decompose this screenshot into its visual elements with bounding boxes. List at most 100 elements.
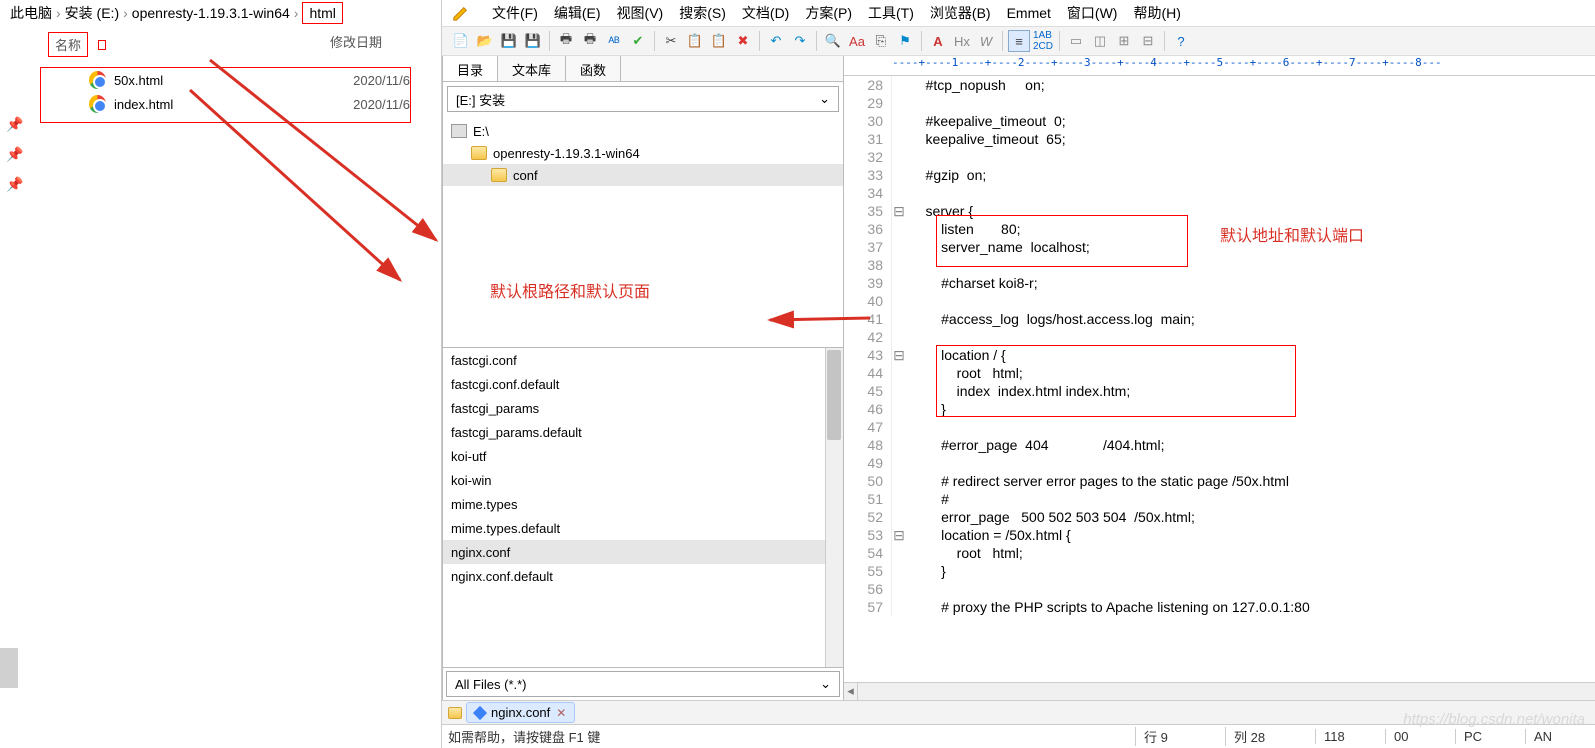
window1-button[interactable]: ▭ bbox=[1065, 30, 1087, 52]
menu-tools[interactable]: 工具(T) bbox=[868, 3, 914, 23]
tree-node-folder-selected[interactable]: conf bbox=[443, 164, 843, 186]
file-list-scrollbar[interactable] bbox=[825, 348, 843, 667]
line-number-button[interactable]: ≡ bbox=[1008, 30, 1030, 52]
scroll-left-button[interactable]: ◂ bbox=[844, 683, 858, 700]
tab-directory[interactable]: 目录 bbox=[443, 56, 498, 81]
tab-textlib[interactable]: 文本库 bbox=[498, 56, 566, 81]
file-list-item[interactable]: mime.types bbox=[443, 492, 843, 516]
print-preview-button[interactable]: 🖶 bbox=[579, 30, 601, 52]
cut-button[interactable]: ✂ bbox=[660, 30, 682, 52]
file-row[interactable]: index.html 2020/11/6 bbox=[41, 92, 410, 116]
code-line: 34 bbox=[844, 184, 1595, 202]
code-line: 54 root html; bbox=[844, 544, 1595, 562]
new-file-button[interactable]: 📄 bbox=[450, 30, 472, 52]
pencil-icon bbox=[452, 4, 470, 22]
find-button[interactable]: 🔍 bbox=[822, 30, 844, 52]
drive-combo[interactable]: [E:] 安装 ⌄ bbox=[447, 86, 839, 112]
paste-button[interactable]: 📋 bbox=[708, 30, 730, 52]
chevron-down-icon: ⌄ bbox=[819, 91, 830, 107]
code-editor: ----+----1----+----2----+----3----+----4… bbox=[844, 56, 1595, 700]
menu-edit[interactable]: 编辑(E) bbox=[554, 3, 601, 23]
file-list-item[interactable]: nginx.conf.default bbox=[443, 564, 843, 588]
save-button[interactable]: 💾 bbox=[498, 30, 520, 52]
toolbar: 📄 📂 💾 💾 🖶 🖶 ᴬᴮ ✔ ✂ 📋 📋 ✖ ↶ ↷ 🔍 Aa ⎘ ⚑ A … bbox=[442, 26, 1595, 56]
column-name-header[interactable]: 名称 bbox=[48, 32, 88, 57]
file-row[interactable]: 50x.html 2020/11/6 bbox=[41, 68, 410, 92]
copy-button[interactable]: 📋 bbox=[684, 30, 706, 52]
breadcrumb-item[interactable]: 安装 (E:) bbox=[65, 3, 119, 23]
tree-node-folder[interactable]: openresty-1.19.3.1-win64 bbox=[443, 142, 843, 164]
breadcrumb-item[interactable]: openresty-1.19.3.1-win64 bbox=[132, 5, 290, 21]
menu-document[interactable]: 文档(D) bbox=[742, 3, 789, 23]
menu-window[interactable]: 窗口(W) bbox=[1067, 3, 1118, 23]
folder-icon bbox=[471, 146, 487, 160]
quick-access-bar bbox=[0, 648, 18, 688]
status-column: 列 28 bbox=[1225, 727, 1315, 746]
menu-project[interactable]: 方案(P) bbox=[805, 3, 852, 23]
menu-browser[interactable]: 浏览器(B) bbox=[930, 3, 991, 23]
file-list-item[interactable]: fastcgi.conf.default bbox=[443, 372, 843, 396]
editor-pane: 文件(F) 编辑(E) 视图(V) 搜索(S) 文档(D) 方案(P) 工具(T… bbox=[442, 0, 1595, 748]
menu-emmet[interactable]: Emmet bbox=[1007, 5, 1051, 21]
column-date-header[interactable]: 修改日期 bbox=[330, 32, 382, 57]
status-bar: 如需帮助，请按键盘 F1 键 行 9 列 28 118 00 PC AN bbox=[442, 724, 1595, 748]
file-list-highlight-box: 50x.html 2020/11/6 index.html 2020/11/6 bbox=[40, 67, 411, 123]
tree-node-drive[interactable]: E:\ bbox=[443, 120, 843, 142]
goto-button[interactable]: ⎘ bbox=[870, 30, 892, 52]
validate-button[interactable]: ✔ bbox=[627, 30, 649, 52]
code-line: 33 #gzip on; bbox=[844, 166, 1595, 184]
window4-button[interactable]: ⊟ bbox=[1137, 30, 1159, 52]
file-list-item[interactable]: fastcgi_params bbox=[443, 396, 843, 420]
menu-view[interactable]: 视图(V) bbox=[617, 3, 664, 23]
pin-icon[interactable]: 📌 bbox=[6, 116, 23, 133]
menu-search[interactable]: 搜索(S) bbox=[679, 3, 726, 23]
horizontal-scrollbar[interactable]: ◂ bbox=[844, 682, 1595, 700]
window3-button[interactable]: ⊞ bbox=[1113, 30, 1135, 52]
file-list-item[interactable]: nginx.conf bbox=[443, 540, 843, 564]
save-all-button[interactable]: 💾 bbox=[522, 30, 544, 52]
font-color-button[interactable]: A bbox=[927, 30, 949, 52]
breadcrumb-item-current[interactable]: html bbox=[302, 2, 342, 24]
spellcheck-button[interactable]: ᴬᴮ bbox=[603, 30, 625, 52]
code-line: 45 index index.html index.htm; bbox=[844, 382, 1595, 400]
code-line: 41 #access_log logs/host.access.log main… bbox=[844, 310, 1595, 328]
code-line: 39 #charset koi8-r; bbox=[844, 274, 1595, 292]
open-file-button[interactable]: 📂 bbox=[474, 30, 496, 52]
hex-button[interactable]: Hx bbox=[951, 30, 973, 52]
help-button[interactable]: ? bbox=[1170, 30, 1192, 52]
code-line: 46 } bbox=[844, 400, 1595, 418]
menu-help[interactable]: 帮助(H) bbox=[1133, 3, 1180, 23]
code-line: 43⊟ location / { bbox=[844, 346, 1595, 364]
document-tab-label: nginx.conf bbox=[491, 705, 550, 720]
file-list-item[interactable]: koi-win bbox=[443, 468, 843, 492]
close-icon[interactable]: ✕ bbox=[556, 706, 566, 720]
wrap-button[interactable]: W bbox=[975, 30, 997, 52]
document-tab[interactable]: nginx.conf ✕ bbox=[466, 702, 575, 723]
file-name: 50x.html bbox=[114, 73, 353, 88]
replace-button[interactable]: Aa bbox=[846, 30, 868, 52]
menu-file[interactable]: 文件(F) bbox=[492, 3, 538, 23]
print-button[interactable]: 🖶 bbox=[555, 30, 577, 52]
window2-button[interactable]: ◫ bbox=[1089, 30, 1111, 52]
code-line: 32 bbox=[844, 148, 1595, 166]
pin-icon[interactable]: 📌 bbox=[6, 146, 23, 163]
file-list-item[interactable]: fastcgi_params.default bbox=[443, 420, 843, 444]
file-name: index.html bbox=[114, 97, 353, 112]
file-list-item[interactable]: koi-utf bbox=[443, 444, 843, 468]
file-filter-combo[interactable]: All Files (*.*) ⌄ bbox=[446, 671, 840, 697]
delete-button[interactable]: ✖ bbox=[732, 30, 754, 52]
undo-button[interactable]: ↶ bbox=[765, 30, 787, 52]
breadcrumb-item[interactable]: 此电脑 bbox=[10, 3, 52, 23]
folder-icon bbox=[491, 168, 507, 182]
column-mode-button[interactable]: 1AB2CD bbox=[1032, 30, 1054, 52]
code-view[interactable]: 28 #tcp_nopush on;2930 #keepalive_timeou… bbox=[844, 76, 1595, 682]
drive-icon bbox=[451, 124, 467, 138]
file-type-icon bbox=[473, 705, 487, 719]
redo-button[interactable]: ↷ bbox=[789, 30, 811, 52]
code-line: 47 bbox=[844, 418, 1595, 436]
file-list-item[interactable]: mime.types.default bbox=[443, 516, 843, 540]
bookmark-button[interactable]: ⚑ bbox=[894, 30, 916, 52]
file-list-item[interactable]: fastcgi.conf bbox=[443, 348, 843, 372]
pin-icon[interactable]: 📌 bbox=[6, 176, 23, 193]
tab-functions[interactable]: 函数 bbox=[566, 56, 621, 81]
